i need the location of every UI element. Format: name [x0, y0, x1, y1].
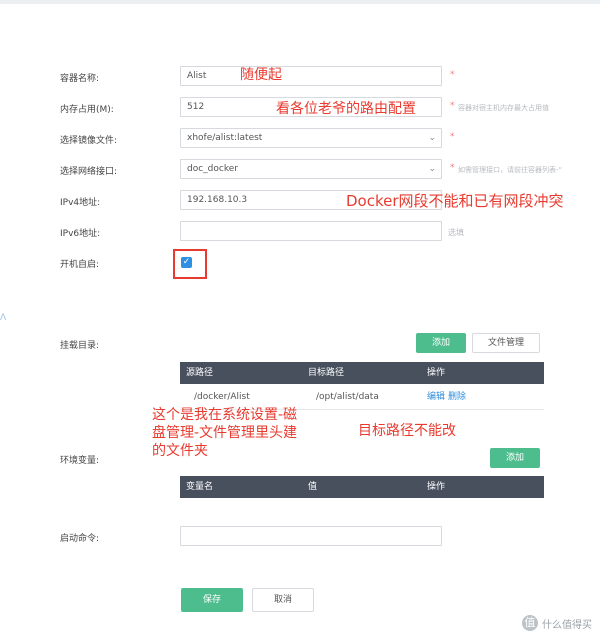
network-hint: 如需管理接口，请前往容器列表-“ [458, 166, 563, 174]
annotation-name: 随便起 [240, 67, 282, 83]
collapse-marker: ᐱ [0, 313, 7, 323]
network-select-value: doc_docker [187, 164, 238, 174]
image-select[interactable]: xhofe/alist:latest ⌄ [180, 128, 442, 148]
autostart-checkbox[interactable]: ✓ [181, 257, 192, 268]
env-add-button[interactable]: 添加 [490, 448, 540, 468]
mount-table-header: 源路径 目标路径 操作 [180, 362, 544, 384]
required-mark: * [450, 132, 455, 142]
file-manager-button[interactable]: 文件管理 [472, 333, 540, 353]
edit-link[interactable]: 编辑 [427, 384, 445, 410]
watermark: 值 什么值得买 [522, 615, 592, 631]
annotation-source: 这个是我在系统设置-磁盘管理-文件管理里头建的文件夹 [152, 407, 298, 459]
column-header: 变量名 [186, 482, 214, 492]
column-header: 目标路径 [308, 368, 345, 378]
startup-label: 启动命令: [60, 534, 100, 544]
save-button[interactable]: 保存 [181, 588, 243, 612]
watermark-text: 什么值得买 [542, 619, 592, 631]
ipv6-hint: 选填 [448, 228, 464, 237]
ipv4-label: IPv4地址: [60, 198, 101, 208]
network-label: 选择网络接口: [60, 167, 118, 177]
column-header: 操作 [427, 482, 446, 492]
annotation-memory: 看各位老爷的路由配置 [276, 101, 416, 117]
watermark-logo-icon: 值 [522, 615, 538, 631]
mount-label: 挂载目录: [60, 341, 100, 351]
container-name-input[interactable]: Alist [180, 66, 442, 86]
required-mark: * [450, 163, 455, 173]
column-header: 源路径 [186, 368, 214, 378]
required-mark: * [450, 101, 455, 111]
top-bar [0, 0, 600, 4]
mount-target-cell: /opt/alist/data [316, 392, 379, 402]
cancel-button[interactable]: 取消 [252, 588, 314, 612]
startup-input[interactable] [180, 526, 442, 546]
ipv6-input[interactable] [180, 221, 442, 241]
annotation-ip: Docker网段不能和已有网段冲突 [346, 192, 564, 210]
network-select[interactable]: doc_docker ⌄ [180, 159, 442, 179]
image-select-value: xhofe/alist:latest [187, 133, 263, 143]
required-mark: * [450, 70, 455, 80]
column-header: 操作 [427, 368, 446, 378]
container-name-label: 容器名称: [60, 74, 100, 84]
memory-label: 内存占用(M): [60, 105, 114, 115]
annotation-target: 目标路径不能改 [358, 423, 456, 439]
image-label: 选择镜像文件: [60, 136, 118, 146]
autostart-label: 开机自启: [60, 260, 100, 270]
delete-link[interactable]: 删除 [448, 384, 466, 410]
memory-hint: 容器对宿主机内存最大占用值 [458, 104, 549, 112]
env-table-header: 变量名 值 操作 [180, 476, 544, 498]
ipv6-label: IPv6地址: [60, 229, 101, 239]
chevron-down-icon: ⌄ [428, 133, 436, 143]
check-icon: ✓ [182, 257, 191, 267]
column-header: 值 [308, 482, 318, 492]
chevron-down-icon: ⌄ [428, 164, 436, 174]
env-label: 环境变量: [60, 456, 100, 466]
mount-add-button[interactable]: 添加 [416, 333, 466, 353]
